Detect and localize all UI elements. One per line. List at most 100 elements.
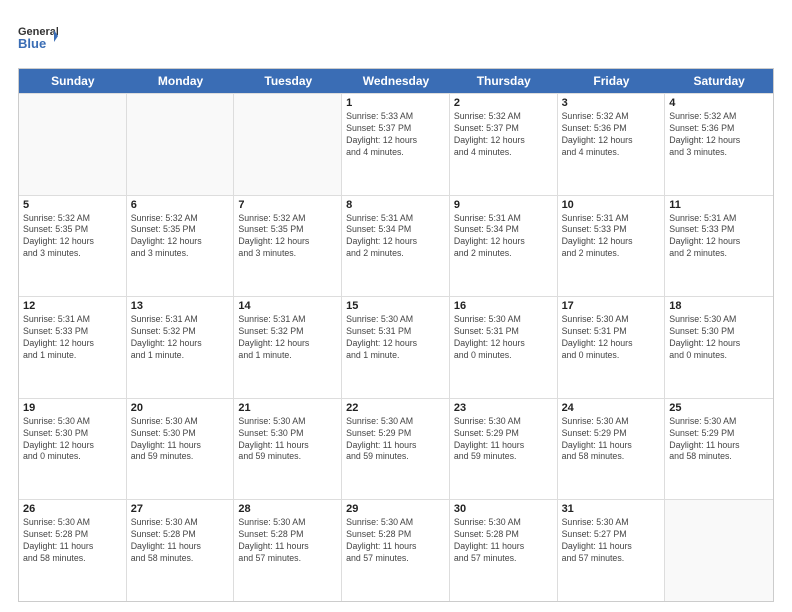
cell-info: Sunrise: 5:30 AM Sunset: 5:27 PM Dayligh…	[562, 517, 661, 565]
day-number: 1	[346, 97, 445, 109]
cell-info: Sunrise: 5:31 AM Sunset: 5:33 PM Dayligh…	[23, 314, 122, 362]
cell-info: Sunrise: 5:31 AM Sunset: 5:33 PM Dayligh…	[562, 213, 661, 261]
day-number: 9	[454, 199, 553, 211]
weekday-header: Wednesday	[342, 69, 450, 93]
day-number: 21	[238, 402, 337, 414]
cell-info: Sunrise: 5:33 AM Sunset: 5:37 PM Dayligh…	[346, 111, 445, 159]
day-number: 22	[346, 402, 445, 414]
calendar-row: 5 Sunrise: 5:32 AM Sunset: 5:35 PM Daylig…	[19, 195, 773, 297]
day-number: 19	[23, 402, 122, 414]
cell-info: Sunrise: 5:32 AM Sunset: 5:35 PM Dayligh…	[131, 213, 230, 261]
calendar-cell: 20Sunrise: 5:30 AM Sunset: 5:30 PM Dayli…	[127, 399, 235, 500]
day-number: 27	[131, 503, 230, 515]
cell-info: Sunrise: 5:32 AM Sunset: 5:35 PM Dayligh…	[238, 213, 337, 261]
calendar-cell: 13 Sunrise: 5:31 AM Sunset: 5:32 PM Dayli…	[127, 297, 235, 398]
day-number: 7	[238, 199, 337, 211]
calendar-cell: 21 Sunrise: 5:30 AM Sunset: 5:30 PM Dayli…	[234, 399, 342, 500]
day-number: 26	[23, 503, 122, 515]
calendar-cell: 17Sunrise: 5:30 AM Sunset: 5:31 PM Dayli…	[558, 297, 666, 398]
weekday-header: Sunday	[19, 69, 127, 93]
calendar-row: 12 Sunrise: 5:31 AM Sunset: 5:33 PM Dayli…	[19, 296, 773, 398]
calendar-cell: 5 Sunrise: 5:32 AM Sunset: 5:35 PM Daylig…	[19, 196, 127, 297]
calendar-cell: 15 Sunrise: 5:30 AM Sunset: 5:31 PM Dayli…	[342, 297, 450, 398]
cell-info: Sunrise: 5:30 AM Sunset: 5:28 PM Dayligh…	[23, 517, 122, 565]
calendar-cell: 12 Sunrise: 5:31 AM Sunset: 5:33 PM Dayli…	[19, 297, 127, 398]
calendar-cell: 23 Sunrise: 5:30 AM Sunset: 5:29 PM Dayli…	[450, 399, 558, 500]
day-number: 13	[131, 300, 230, 312]
weekday-header: Tuesday	[234, 69, 342, 93]
page: GeneralBlue SundayMondayTuesdayWednesday…	[0, 0, 792, 612]
day-number: 6	[131, 199, 230, 211]
cell-info: Sunrise: 5:30 AM Sunset: 5:29 PM Dayligh…	[454, 416, 553, 464]
calendar-cell: 31 Sunrise: 5:30 AM Sunset: 5:27 PM Dayli…	[558, 500, 666, 601]
calendar-cell: 24Sunrise: 5:30 AM Sunset: 5:29 PM Dayli…	[558, 399, 666, 500]
svg-text:Blue: Blue	[18, 36, 46, 51]
cell-info: Sunrise: 5:30 AM Sunset: 5:30 PM Dayligh…	[23, 416, 122, 464]
day-number: 18	[669, 300, 769, 312]
cell-info: Sunrise: 5:30 AM Sunset: 5:28 PM Dayligh…	[238, 517, 337, 565]
day-number: 4	[669, 97, 769, 109]
cell-info: Sunrise: 5:31 AM Sunset: 5:33 PM Dayligh…	[669, 213, 769, 261]
calendar-cell: 10 Sunrise: 5:31 AM Sunset: 5:33 PM Dayli…	[558, 196, 666, 297]
calendar-cell: 14 Sunrise: 5:31 AM Sunset: 5:32 PM Dayli…	[234, 297, 342, 398]
logo-icon: GeneralBlue	[18, 18, 58, 58]
calendar-cell: 18 Sunrise: 5:30 AM Sunset: 5:30 PM Dayli…	[665, 297, 773, 398]
cell-info: Sunrise: 5:30 AM Sunset: 5:29 PM Dayligh…	[562, 416, 661, 464]
day-number: 5	[23, 199, 122, 211]
cell-info: Sunrise: 5:32 AM Sunset: 5:37 PM Dayligh…	[454, 111, 553, 159]
day-number: 12	[23, 300, 122, 312]
cell-info: Sunrise: 5:30 AM Sunset: 5:30 PM Dayligh…	[238, 416, 337, 464]
weekday-header: Monday	[127, 69, 235, 93]
calendar-cell: 1 Sunrise: 5:33 AM Sunset: 5:37 PM Daylig…	[342, 94, 450, 195]
day-number: 29	[346, 503, 445, 515]
calendar-cell: 27 Sunrise: 5:30 AM Sunset: 5:28 PM Dayli…	[127, 500, 235, 601]
calendar-cell	[665, 500, 773, 601]
calendar-cell: 4Sunrise: 5:32 AM Sunset: 5:36 PM Daylig…	[665, 94, 773, 195]
day-number: 2	[454, 97, 553, 109]
day-number: 11	[669, 199, 769, 211]
weekday-header: Friday	[558, 69, 666, 93]
calendar-cell: 3Sunrise: 5:32 AM Sunset: 5:36 PM Daylig…	[558, 94, 666, 195]
header: GeneralBlue	[18, 18, 774, 58]
calendar-cell	[234, 94, 342, 195]
calendar-row: 19 Sunrise: 5:30 AM Sunset: 5:30 PM Dayli…	[19, 398, 773, 500]
logo: GeneralBlue	[18, 18, 58, 58]
calendar-cell: 7 Sunrise: 5:32 AM Sunset: 5:35 PM Daylig…	[234, 196, 342, 297]
calendar-cell: 6 Sunrise: 5:32 AM Sunset: 5:35 PM Daylig…	[127, 196, 235, 297]
calendar-header: SundayMondayTuesdayWednesdayThursdayFrid…	[19, 69, 773, 93]
calendar-cell: 29Sunrise: 5:30 AM Sunset: 5:28 PM Dayli…	[342, 500, 450, 601]
cell-info: Sunrise: 5:31 AM Sunset: 5:32 PM Dayligh…	[238, 314, 337, 362]
calendar-cell: 8 Sunrise: 5:31 AM Sunset: 5:34 PM Daylig…	[342, 196, 450, 297]
calendar-cell: 26 Sunrise: 5:30 AM Sunset: 5:28 PM Dayli…	[19, 500, 127, 601]
cell-info: Sunrise: 5:30 AM Sunset: 5:31 PM Dayligh…	[454, 314, 553, 362]
calendar-cell	[19, 94, 127, 195]
weekday-header: Thursday	[450, 69, 558, 93]
day-number: 16	[454, 300, 553, 312]
day-number: 31	[562, 503, 661, 515]
day-number: 3	[562, 97, 661, 109]
day-number: 8	[346, 199, 445, 211]
cell-info: Sunrise: 5:30 AM Sunset: 5:30 PM Dayligh…	[669, 314, 769, 362]
cell-info: Sunrise: 5:30 AM Sunset: 5:29 PM Dayligh…	[669, 416, 769, 464]
day-number: 30	[454, 503, 553, 515]
calendar-cell: 2 Sunrise: 5:32 AM Sunset: 5:37 PM Daylig…	[450, 94, 558, 195]
calendar-row: 1 Sunrise: 5:33 AM Sunset: 5:37 PM Daylig…	[19, 93, 773, 195]
calendar-cell: 11 Sunrise: 5:31 AM Sunset: 5:33 PM Dayli…	[665, 196, 773, 297]
day-number: 23	[454, 402, 553, 414]
cell-info: Sunrise: 5:30 AM Sunset: 5:30 PM Dayligh…	[131, 416, 230, 464]
day-number: 25	[669, 402, 769, 414]
cell-info: Sunrise: 5:32 AM Sunset: 5:35 PM Dayligh…	[23, 213, 122, 261]
day-number: 15	[346, 300, 445, 312]
cell-info: Sunrise: 5:31 AM Sunset: 5:34 PM Dayligh…	[346, 213, 445, 261]
cell-info: Sunrise: 5:31 AM Sunset: 5:32 PM Dayligh…	[131, 314, 230, 362]
calendar-cell: 22Sunrise: 5:30 AM Sunset: 5:29 PM Dayli…	[342, 399, 450, 500]
calendar-row: 26 Sunrise: 5:30 AM Sunset: 5:28 PM Dayli…	[19, 499, 773, 601]
calendar-cell: 28 Sunrise: 5:30 AM Sunset: 5:28 PM Dayli…	[234, 500, 342, 601]
cell-info: Sunrise: 5:30 AM Sunset: 5:28 PM Dayligh…	[131, 517, 230, 565]
calendar-cell	[127, 94, 235, 195]
day-number: 14	[238, 300, 337, 312]
cell-info: Sunrise: 5:31 AM Sunset: 5:34 PM Dayligh…	[454, 213, 553, 261]
day-number: 10	[562, 199, 661, 211]
day-number: 28	[238, 503, 337, 515]
cell-info: Sunrise: 5:30 AM Sunset: 5:31 PM Dayligh…	[346, 314, 445, 362]
